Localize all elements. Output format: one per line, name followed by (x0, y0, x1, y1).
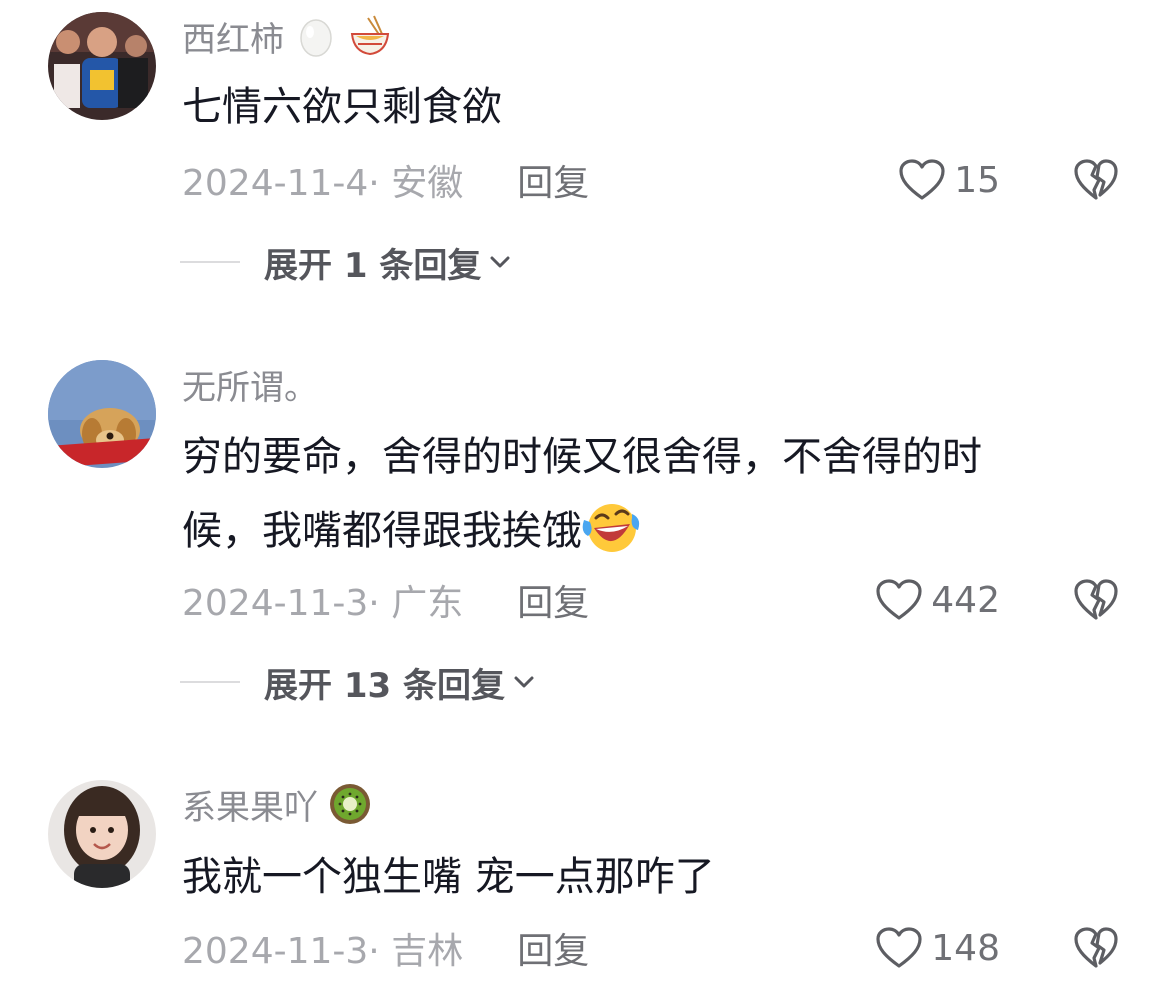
divider (180, 681, 240, 683)
username[interactable]: 系果果吖 (182, 780, 318, 829)
avatar[interactable] (48, 780, 156, 888)
broken-heart-icon (1074, 159, 1118, 200)
reply-button[interactable]: 回复 (517, 922, 589, 974)
comment-text: 穷的要命，舍得的时候又很舍得，不舍得的时 候，我嘴都得跟我挨饿 (182, 420, 1082, 568)
egg-icon (300, 19, 332, 57)
comment-date-location: 2024-11-4· 安徽 (182, 163, 464, 204)
like-count: 442 (931, 579, 1000, 621)
like-button[interactable]: 442 (875, 574, 1000, 626)
heart-icon (876, 579, 922, 620)
comment-item: 无所谓。 穷的要命，舍得的时候又很舍得，不舍得的时 候，我嘴都得跟我挨饿 202… (0, 350, 1170, 740)
avatar-image (48, 780, 156, 888)
like-button[interactable]: 148 (875, 922, 1000, 974)
comment-text-line: 候，我嘴都得跟我挨饿 (182, 508, 582, 554)
heart-icon (876, 927, 922, 968)
comment-item: 系果果吖 我就一个独生嘴 宠一点那咋了 2024-11-3· 吉林 回复 148 (0, 770, 1170, 1000)
avatar[interactable] (48, 360, 156, 468)
reply-button[interactable]: 回复 (517, 574, 589, 626)
chevron-down-icon (490, 256, 510, 268)
dislike-button[interactable] (1072, 574, 1120, 626)
comment-text-line: 穷的要命，舍得的时候又很舍得，不舍得的时 (182, 434, 982, 480)
avatar[interactable] (48, 12, 156, 120)
comment-text: 七情六欲只剩食欲 (182, 84, 502, 130)
dislike-button[interactable] (1072, 922, 1120, 974)
dislike-button[interactable] (1072, 154, 1120, 206)
broken-heart-icon (1074, 927, 1118, 968)
expand-replies-button[interactable]: 展开 1 条回复 (180, 236, 513, 288)
comment-item: 西红柿 七情六欲只剩食欲 2024-11-4· 安徽 回复 15 展开 1 条回… (0, 0, 1170, 320)
divider (180, 261, 240, 263)
noodle-bowl-icon (350, 15, 390, 56)
like-count: 15 (954, 159, 1000, 201)
heart-icon (899, 159, 945, 200)
comment-text: 我就一个独生嘴 宠一点那咋了 (182, 854, 715, 900)
chevron-down-icon (514, 676, 534, 688)
expand-replies-label: 展开 1 条回复 (264, 245, 482, 286)
like-count: 148 (931, 927, 1000, 969)
expand-replies-button[interactable]: 展开 13 条回复 (180, 656, 537, 708)
comment-date-location: 2024-11-3· 广东 (182, 583, 464, 624)
reply-button[interactable]: 回复 (517, 154, 589, 206)
username[interactable]: 西红柿 (182, 12, 284, 61)
kiwi-icon (330, 784, 370, 824)
laughing-crying-face-icon (582, 504, 640, 552)
avatar-image (48, 360, 156, 468)
username[interactable]: 无所谓。 (182, 360, 318, 409)
like-button[interactable]: 15 (898, 154, 1000, 206)
avatar-image (48, 12, 156, 120)
broken-heart-icon (1074, 579, 1118, 620)
comment-date-location: 2024-11-3· 吉林 (182, 931, 464, 972)
expand-replies-label: 展开 13 条回复 (264, 665, 505, 706)
comment-text-line-2: 候，我嘴都得跟我挨饿 (182, 494, 1082, 568)
